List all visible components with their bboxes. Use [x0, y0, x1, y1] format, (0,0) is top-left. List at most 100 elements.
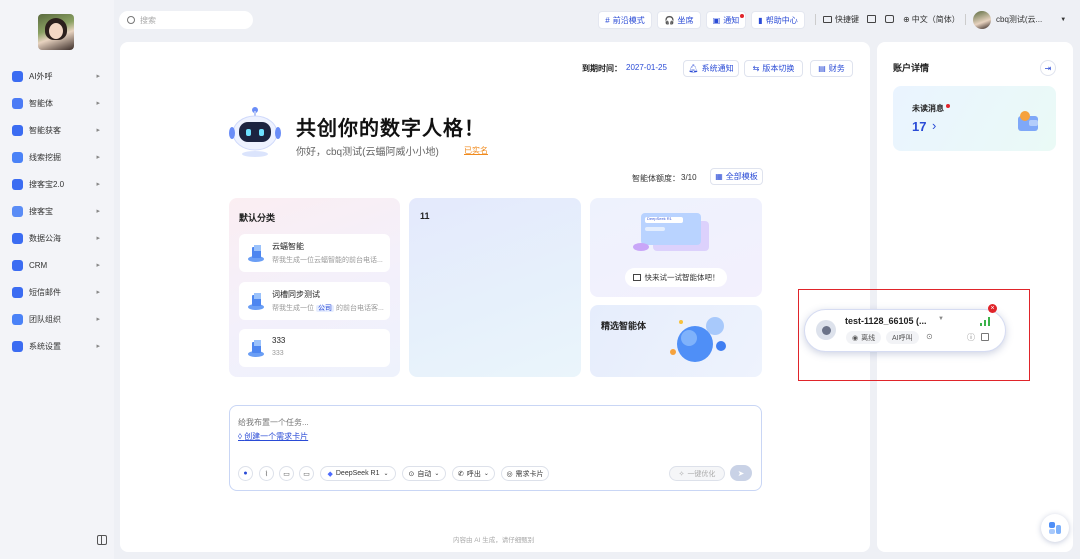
- frontier-mode-button[interactable]: # 前沿模式: [598, 11, 652, 29]
- globe-button[interactable]: ●: [238, 466, 253, 481]
- agent-avatar: [816, 320, 836, 340]
- featured-illustration: [663, 312, 735, 366]
- language-switch[interactable]: ⊕ 中文（简体）: [903, 14, 960, 25]
- whale-icon: ◆: [327, 470, 333, 478]
- team-icon: [12, 313, 23, 325]
- sidebar-item-label: 系统设置: [29, 341, 61, 351]
- chevron-right-icon: ▸: [96, 208, 100, 215]
- agent-card[interactable]: 词槽同步测试 帮我生成一位 公司 的前台电话客...: [239, 282, 390, 320]
- agent-title: 云蝠智能: [272, 242, 304, 251]
- sidebar-item[interactable]: 搜客宝 ▸: [12, 202, 104, 220]
- version-switch-button[interactable]: ⇆ 版本切换: [744, 60, 803, 77]
- image-icon: [632, 274, 641, 281]
- seat-button[interactable]: 🎧 坐席: [657, 11, 701, 29]
- message-icon: ▭: [303, 470, 310, 478]
- status-badge[interactable]: ◉ 离线: [846, 331, 882, 344]
- calendar-icon: ▭: [283, 470, 290, 478]
- chevron-right-icon: ▸: [96, 73, 100, 80]
- account-title: 账户详情: [893, 63, 930, 73]
- sidebar-item[interactable]: 搜客宝2.0 ▸: [12, 175, 104, 193]
- screen-icon[interactable]: [867, 15, 876, 23]
- notify-label: 通知: [723, 15, 740, 25]
- robot-mascot: [226, 105, 284, 157]
- card-icon: ◎: [506, 470, 513, 478]
- deepseek-illustration: [631, 207, 711, 259]
- verified-link[interactable]: 已实名: [464, 145, 488, 156]
- sidebar-item-label: AI外呼: [29, 71, 53, 81]
- notify-button[interactable]: ▣ 通知: [706, 11, 746, 29]
- sidebar-item[interactable]: 智能体 ▸: [12, 94, 104, 112]
- chevron-right-icon: ▸: [96, 289, 100, 296]
- bell-icon: ▣: [712, 15, 721, 25]
- search-customer-icon: [12, 205, 23, 217]
- signal-icon: [980, 317, 990, 326]
- all-templates-label: 全部模板: [725, 172, 758, 181]
- avatar[interactable]: [38, 14, 74, 50]
- headset-icon: 🎧: [664, 15, 675, 25]
- wallet-icon: ▤: [818, 64, 826, 73]
- calendar-button[interactable]: ▭: [279, 466, 294, 481]
- close-icon[interactable]: ×: [988, 304, 997, 313]
- expand-panel-icon[interactable]: ⇥: [1040, 60, 1056, 76]
- finance-button[interactable]: ▤ 财务: [810, 60, 853, 77]
- agent-group-title: 11: [420, 211, 430, 221]
- info-icon[interactable]: ⓘ: [967, 332, 975, 343]
- attach-button[interactable]: ⌇: [259, 466, 274, 481]
- shortcut-label: 快捷键: [835, 15, 859, 24]
- template-icon: ▦: [715, 172, 723, 181]
- unread-dot: [946, 104, 950, 108]
- chevron-right-icon: ▸: [96, 262, 100, 269]
- help-center-button[interactable]: ▮ 帮助中心: [751, 11, 805, 29]
- message-button[interactable]: ▭: [299, 466, 314, 481]
- assistant-fab[interactable]: [1041, 514, 1069, 542]
- agent-group-card[interactable]: [409, 198, 581, 377]
- user-menu[interactable]: cbq测试(云... ▼: [996, 14, 1066, 25]
- outbound-select[interactable]: ✆ 呼出 ⌄: [452, 466, 495, 481]
- sidebar-item[interactable]: 短信邮件 ▸: [12, 283, 104, 301]
- optimize-button[interactable]: ✧ 一键优化: [669, 466, 725, 481]
- clue-icon: [12, 151, 23, 163]
- divider: [965, 14, 966, 25]
- agent-desc: 帮我生成一位云蝠智能的前台电话...: [272, 257, 383, 264]
- model-label: DeepSeek R1: [335, 470, 380, 477]
- search-input[interactable]: 搜索: [119, 11, 253, 29]
- user-avatar[interactable]: [973, 11, 991, 29]
- seat-label: 坐席: [677, 15, 694, 25]
- agent-card[interactable]: 333 333: [239, 329, 390, 367]
- sidebar-item[interactable]: 数据公海 ▸: [12, 229, 104, 247]
- shortcut-link[interactable]: 快捷键: [823, 14, 859, 25]
- sidebar-item[interactable]: CRM ▸: [12, 256, 104, 274]
- try-agent-button[interactable]: 快来试一试智能体吧！: [625, 268, 727, 287]
- sidebar-item[interactable]: 线索挖掘 ▸: [12, 148, 104, 166]
- all-templates-button[interactable]: ▦ 全部模板: [710, 168, 763, 185]
- agent-title: 词槽同步测试: [272, 290, 320, 299]
- globe-icon: ⊕: [903, 15, 910, 24]
- task-input[interactable]: 给我布置一个任务...: [238, 417, 309, 428]
- demand-card-button[interactable]: ◎ 需求卡片: [501, 466, 549, 481]
- chevron-down-icon: ⌄: [434, 471, 440, 477]
- sidebar-item[interactable]: 智能获客 ▸: [12, 121, 104, 139]
- hash-icon: #: [605, 15, 610, 25]
- sidebar-collapse-icon[interactable]: [97, 535, 107, 545]
- window-icon[interactable]: [981, 333, 989, 341]
- send-button[interactable]: ➤: [730, 465, 752, 481]
- sidebar-item[interactable]: 团队组织 ▸: [12, 310, 104, 328]
- chevron-down-icon[interactable]: ▼: [938, 316, 944, 322]
- unread-count: 17: [912, 119, 927, 134]
- sidebar-item[interactable]: AI外呼 ▸: [12, 67, 104, 85]
- device-icon[interactable]: [885, 15, 894, 23]
- user-name: cbq测试(云...: [996, 15, 1043, 24]
- auto-select[interactable]: ⊙ 自动 ⌄: [402, 466, 446, 481]
- sidebar-item[interactable]: 系统设置 ▸: [12, 337, 104, 355]
- create-card-link[interactable]: ◊ 创建一个需求卡片: [238, 431, 308, 442]
- model-select[interactable]: ◆ DeepSeek R1 ⌄: [320, 466, 396, 481]
- mode-badge[interactable]: AI呼叫: [886, 331, 919, 344]
- link-icon: ◊: [238, 432, 242, 441]
- magic-icon: ✧: [678, 470, 685, 478]
- agent-cube-icon: [248, 293, 264, 310]
- send-icon: ➤: [737, 468, 745, 478]
- settings-icon[interactable]: ⊙: [926, 332, 933, 341]
- chevron-right-icon[interactable]: ›: [932, 118, 936, 133]
- agent-card[interactable]: 云蝠智能 帮我生成一位云蝠智能的前台电话...: [239, 234, 390, 272]
- system-notice-button[interactable]: 🔔︎ 系统通知: [683, 60, 739, 77]
